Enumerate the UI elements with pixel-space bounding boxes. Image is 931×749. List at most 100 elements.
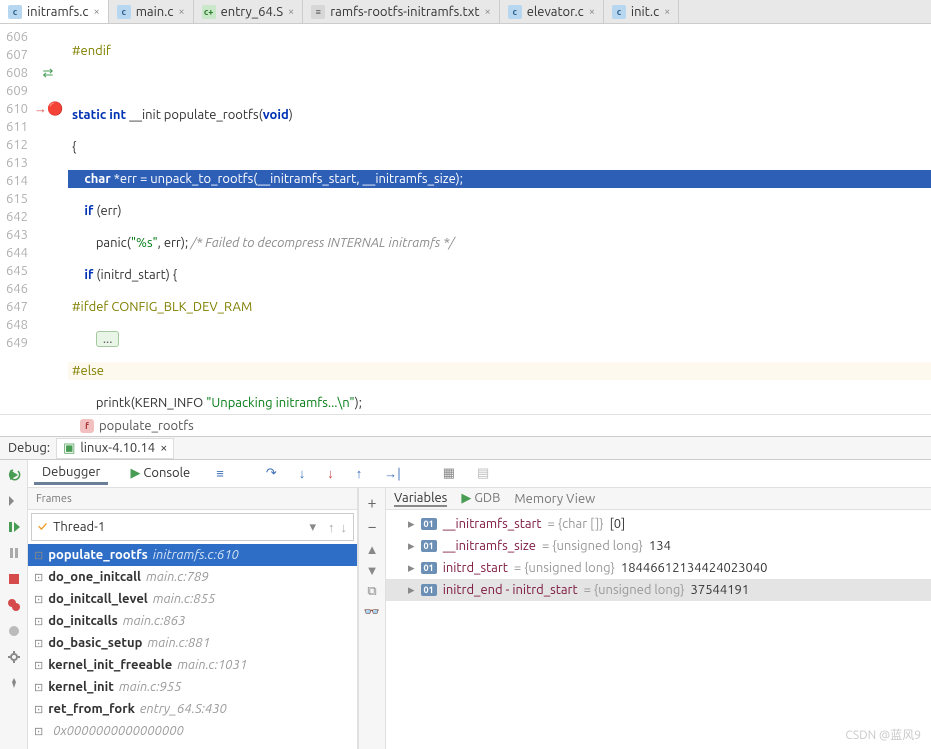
breadcrumb: f populate_rootfs — [0, 414, 931, 436]
nav-down-icon[interactable]: ↓ — [341, 520, 348, 535]
sync-icon: ⇄ — [43, 66, 54, 80]
debug-target-tab[interactable]: ▣ linux-4.10.14 × — [56, 438, 174, 459]
file-tab-elevator[interactable]: c elevator.c × — [500, 0, 604, 23]
stack-frame[interactable]: ⊡populate_rootfs initramfs.c:610 — [28, 544, 357, 566]
evaluate-expression-button[interactable]: ▦ — [439, 464, 459, 483]
frame-icon: ⊡ — [34, 681, 43, 694]
file-tab-initramfs[interactable]: c initramfs.c × — [0, 0, 109, 23]
step-over-button[interactable]: ↷ — [262, 464, 281, 483]
tab-variables[interactable]: Variables — [394, 491, 447, 507]
resume-button[interactable] — [5, 518, 23, 536]
variable-row[interactable]: ▸01 __initramfs_start = {char []} [0] — [386, 513, 931, 535]
variable-row[interactable]: ▸01 __initramfs_size = {unsigned long} 1… — [386, 535, 931, 557]
stack-frame-list[interactable]: ⊡populate_rootfs initramfs.c:610⊡do_one_… — [28, 544, 357, 749]
code-editor[interactable]: 606607 608609 610611 612613 614615 64264… — [0, 24, 931, 414]
force-step-into-button[interactable]: ↓ — [323, 464, 338, 483]
file-tab-entry64[interactable]: c+ entry_64.S × — [194, 0, 304, 23]
debug-sub-tabs: Debugger ▶ Console ≡ ↷ ↓ ↓ ↑ →| ▦ ▤ — [28, 460, 931, 488]
tab-console[interactable]: ▶ Console — [122, 463, 198, 484]
stop-button[interactable] — [5, 570, 23, 588]
stack-frame[interactable]: ⊡kernel_init main.c:955 — [28, 676, 357, 698]
file-tab-bar: c initramfs.c × c main.c × c+ entry_64.S… — [0, 0, 931, 24]
console-icon: ▶ — [461, 491, 471, 505]
var-tag-icon: 01 — [421, 584, 437, 596]
c-file-icon: c — [117, 5, 131, 19]
close-icon[interactable]: × — [589, 6, 595, 18]
frames-pane: Frames ✓ Thread-1 ▾ ↑ ↓ ⊡populate_rootfs… — [28, 488, 358, 749]
watermark: CSDN @蓝风9 — [845, 726, 921, 743]
pin-button[interactable] — [5, 674, 23, 692]
remove-watch-button[interactable]: − — [367, 518, 376, 536]
close-icon[interactable]: × — [664, 6, 670, 18]
c-file-icon: c — [612, 5, 626, 19]
close-icon[interactable]: × — [160, 441, 167, 455]
tab-label: initramfs.c — [27, 5, 88, 19]
stack-frame[interactable]: ⊡do_initcall_level main.c:855 — [28, 588, 357, 610]
run-config-icon: ▣ — [63, 441, 75, 456]
frame-icon: ⊡ — [34, 659, 43, 672]
modify-run-button[interactable] — [5, 492, 23, 510]
tab-label: entry_64.S — [221, 5, 283, 19]
up-button[interactable]: ▲ — [366, 542, 379, 557]
down-button[interactable]: ▼ — [366, 563, 379, 578]
var-tag-icon: 01 — [421, 562, 437, 574]
stack-frame[interactable]: ⊡do_one_initcall main.c:789 — [28, 566, 357, 588]
chevron-right-icon: ▸ — [408, 583, 415, 598]
chevron-right-icon: ▸ — [408, 517, 415, 532]
thread-selector[interactable]: ✓ Thread-1 ▾ ↑ ↓ — [31, 513, 354, 541]
duplicate-button[interactable]: ⧉ — [367, 584, 376, 599]
c-file-icon: c — [508, 5, 522, 19]
close-icon[interactable]: × — [93, 6, 99, 18]
close-icon[interactable]: × — [484, 6, 490, 18]
fold-region[interactable]: ... — [96, 331, 120, 347]
code-area[interactable]: #endif static int __init populate_rootfs… — [68, 24, 931, 414]
tab-gdb[interactable]: ▶ GDB — [461, 491, 500, 506]
frame-icon: ⊡ — [34, 703, 43, 716]
file-tab-ramfs-txt[interactable]: ≡ ramfs-rootfs-initramfs.txt × — [303, 0, 499, 23]
debug-panel: Debugger ▶ Console ≡ ↷ ↓ ↓ ↑ →| ▦ ▤ Fram… — [0, 460, 931, 749]
glasses-button[interactable]: 👓 — [364, 605, 380, 620]
variable-row[interactable]: ▸01 initrd_start = {unsigned long} 18446… — [386, 557, 931, 579]
show-exec-point-button[interactable]: ≡ — [212, 464, 228, 483]
stack-frame[interactable]: ⊡do_basic_setup main.c:881 — [28, 632, 357, 654]
variables-list[interactable]: ▸01 __initramfs_start = {char []} [0]▸01… — [386, 510, 931, 749]
console-icon: ▶ — [130, 466, 140, 480]
frames-side-toolbar: + − ▲ ▼ ⧉ 👓 — [358, 488, 386, 749]
tab-label: ramfs-rootfs-initramfs.txt — [330, 5, 479, 19]
tab-memory-view[interactable]: Memory View — [514, 492, 595, 506]
stack-frame[interactable]: ⊡ 0x0000000000000000 — [28, 720, 357, 742]
debug-columns: Frames ✓ Thread-1 ▾ ↑ ↓ ⊡populate_rootfs… — [28, 488, 931, 749]
stack-frame[interactable]: ⊡kernel_init_freeable main.c:1031 — [28, 654, 357, 676]
run-to-cursor-button[interactable]: →| — [380, 464, 405, 483]
step-into-button[interactable]: ↓ — [295, 464, 310, 483]
nav-up-icon[interactable]: ↑ — [328, 520, 335, 535]
close-icon[interactable]: × — [288, 6, 294, 18]
breakpoint-icon[interactable]: →🔴 — [34, 102, 63, 116]
frame-icon: ⊡ — [34, 593, 43, 606]
tab-label: main.c — [136, 5, 174, 19]
step-out-button[interactable]: ↑ — [352, 464, 367, 483]
tab-label: init.c — [631, 5, 659, 19]
pause-button[interactable] — [5, 544, 23, 562]
var-tag-icon: 01 — [421, 540, 437, 552]
view-breakpoints-button[interactable] — [5, 596, 23, 614]
mute-breakpoints-button[interactable] — [5, 622, 23, 640]
add-watch-button[interactable]: + — [367, 494, 376, 512]
file-tab-init[interactable]: c init.c × — [604, 0, 679, 23]
close-icon[interactable]: × — [178, 6, 184, 18]
trace-button[interactable]: ▤ — [473, 464, 493, 483]
gutter-marks: ⇄ →🔴 — [34, 24, 68, 414]
variables-pane: Variables ▶ GDB Memory View ▸01 __initra… — [386, 488, 931, 749]
rerun-button[interactable] — [5, 466, 23, 484]
variable-row[interactable]: ▸01 initrd_end - initrd_start = {unsigne… — [386, 579, 931, 601]
chevron-right-icon: ▸ — [408, 539, 415, 554]
settings-button[interactable] — [5, 648, 23, 666]
stack-frame[interactable]: ⊡ret_from_fork entry_64.S:430 — [28, 698, 357, 720]
file-tab-main[interactable]: c main.c × — [109, 0, 194, 23]
frame-icon: ⊡ — [34, 637, 43, 650]
stack-frame[interactable]: ⊡do_initcalls main.c:863 — [28, 610, 357, 632]
tab-debugger[interactable]: Debugger — [34, 462, 108, 485]
var-tag-icon: 01 — [421, 518, 437, 530]
chevron-down-icon: ▾ — [309, 520, 316, 535]
chevron-right-icon: ▸ — [408, 561, 415, 576]
